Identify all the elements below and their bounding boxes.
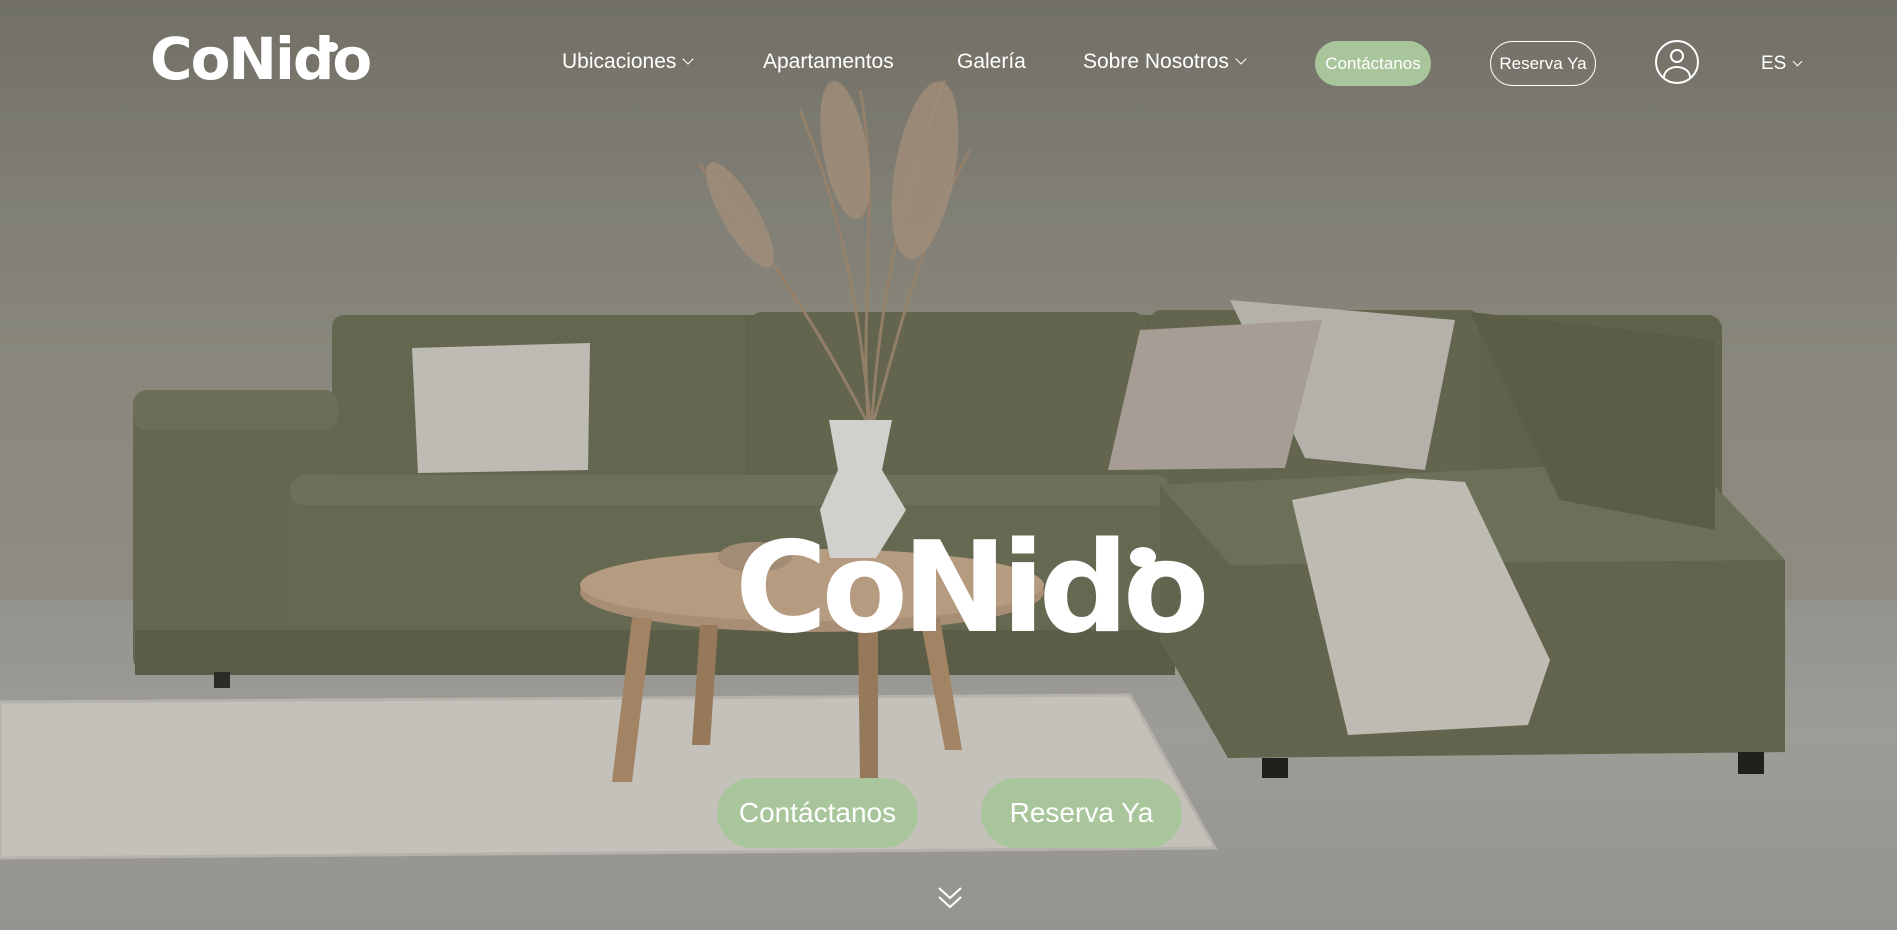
cloud-icon bbox=[326, 42, 338, 52]
cloud-icon bbox=[1130, 547, 1156, 567]
user-icon[interactable] bbox=[1655, 40, 1699, 84]
nav-item-label: Apartamentos bbox=[763, 50, 894, 73]
nav-book-button[interactable]: Reserva Ya bbox=[1490, 41, 1596, 86]
hero-contact-button[interactable]: Contáctanos bbox=[717, 778, 918, 848]
nav-item-label: Sobre Nosotros bbox=[1083, 50, 1229, 73]
nav-contact-label: Contáctanos bbox=[1325, 53, 1421, 73]
top-navigation: CoNido Ubicaciones Apartamentos Galería … bbox=[0, 0, 1897, 130]
nav-item-ubicaciones[interactable]: Ubicaciones bbox=[562, 50, 695, 74]
language-selector[interactable]: ES bbox=[1761, 53, 1803, 75]
language-label: ES bbox=[1761, 53, 1787, 74]
brand-logo-text: CoNido bbox=[150, 25, 372, 93]
hero-contact-label: Contáctanos bbox=[738, 797, 897, 828]
chevron-down-icon bbox=[1235, 53, 1247, 65]
brand-logo[interactable]: CoNido bbox=[150, 30, 372, 88]
chevron-down-icon bbox=[1792, 56, 1803, 66]
hero-book-label: Reserva Ya bbox=[1009, 797, 1154, 828]
hero-book-button[interactable]: Reserva Ya bbox=[981, 778, 1182, 848]
hero-logo-text: CoNido bbox=[735, 514, 1209, 661]
nav-book-label: Reserva Ya bbox=[1499, 53, 1587, 73]
hero-background-image bbox=[0, 0, 1897, 930]
nav-item-apartamentos[interactable]: Apartamentos bbox=[763, 50, 894, 74]
hero-logo: CoNido bbox=[735, 525, 1209, 651]
nav-item-label: Galería bbox=[957, 50, 1026, 73]
nav-contact-button[interactable]: Contáctanos bbox=[1315, 41, 1431, 86]
nav-item-sobre-nosotros[interactable]: Sobre Nosotros bbox=[1083, 50, 1247, 74]
double-chevron-down-icon[interactable] bbox=[936, 882, 964, 912]
nav-item-label: Ubicaciones bbox=[562, 50, 677, 73]
chevron-down-icon bbox=[682, 53, 695, 65]
nav-item-galeria[interactable]: Galería bbox=[957, 50, 1026, 74]
